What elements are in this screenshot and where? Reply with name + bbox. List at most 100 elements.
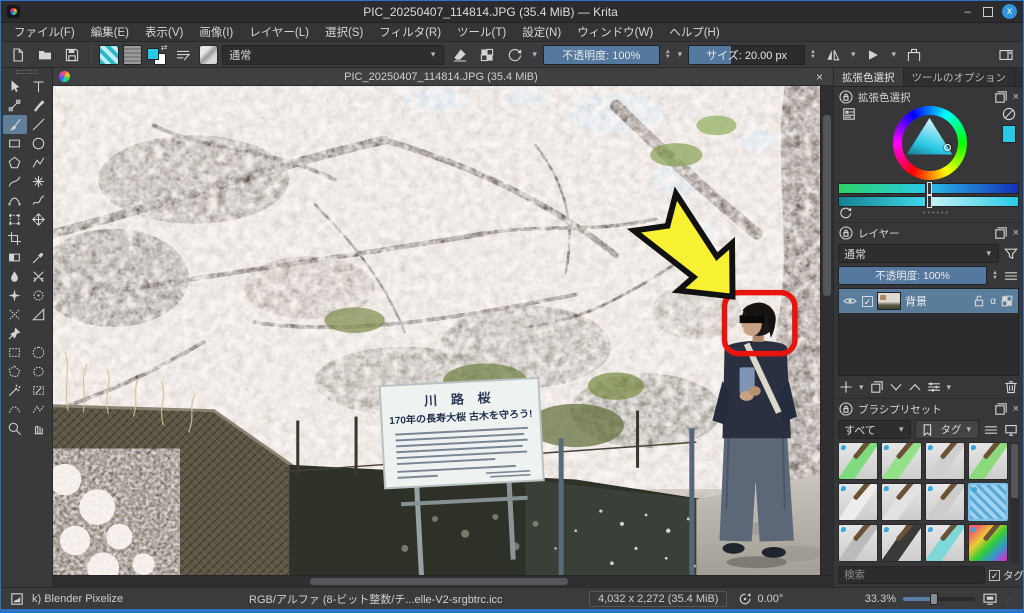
layer-alpha-badge[interactable]: α — [990, 296, 996, 307]
delete-layer-button[interactable] — [1003, 379, 1019, 395]
brush-preset[interactable] — [968, 524, 1008, 562]
shade-selector[interactable] — [838, 183, 1019, 207]
canvas-horizontal-scrollbar[interactable] — [53, 575, 833, 587]
enclose-fill-tool[interactable] — [27, 286, 51, 305]
brush-grid-scrollbar[interactable] — [1010, 442, 1019, 563]
zoom-slider-thumb[interactable] — [930, 593, 938, 605]
crop-tool[interactable] — [3, 229, 27, 248]
move-tool[interactable] — [27, 210, 51, 229]
brush-preset[interactable] — [838, 483, 878, 521]
layer-filter-icon[interactable] — [1003, 246, 1019, 262]
measure-tool[interactable] — [27, 305, 51, 324]
brush-preset[interactable] — [925, 524, 965, 562]
polyline-tool[interactable] — [27, 153, 51, 172]
add-layer-button[interactable] — [838, 379, 854, 395]
chevron-down-icon[interactable]: ▾ — [889, 49, 898, 60]
layer-alpha-lock-icon[interactable] — [999, 293, 1015, 309]
text-tool[interactable] — [27, 77, 51, 96]
canvas-rotation-icon[interactable] — [737, 591, 753, 607]
menu-item-5[interactable]: 選択(S) — [318, 23, 370, 41]
horizontal-scroll-thumb[interactable] — [310, 578, 567, 585]
reload-preset-button[interactable] — [503, 44, 526, 66]
fit-to-screen-icon[interactable] — [982, 591, 998, 607]
canvas-viewport[interactable]: 川 路 桜 170年の長寿大桜 古木を守ろう! — [53, 86, 820, 575]
menu-item-6[interactable]: フィルタ(R) — [372, 23, 448, 41]
calligraphy-tool[interactable] — [27, 96, 51, 115]
colorize-mask-tool[interactable] — [3, 286, 27, 305]
freehand-path-tool[interactable] — [27, 191, 51, 210]
transform-tool[interactable] — [3, 210, 27, 229]
layer-checkbox[interactable]: ✓ — [862, 296, 873, 307]
brush-preset[interactable] — [838, 442, 878, 480]
document-close-button[interactable]: × — [812, 70, 827, 84]
pattern-chooser-button[interactable] — [123, 45, 143, 65]
menu-item-8[interactable]: 設定(N) — [515, 23, 568, 41]
shade-handle[interactable] — [927, 195, 932, 208]
brush-filter-select[interactable]: すべて ▾ — [838, 420, 911, 439]
refresh-shades-icon[interactable] — [838, 205, 854, 221]
no-color-icon[interactable] — [1001, 106, 1017, 122]
menu-item-10[interactable]: ヘルプ(H) — [662, 23, 726, 41]
window-resize-grip[interactable]: ⋰ — [1005, 593, 1015, 604]
size-slider[interactable]: サイズ: 20.00 px — [688, 45, 805, 65]
chevron-down-icon[interactable]: ▾ — [676, 49, 685, 60]
chevron-down-icon[interactable]: ▾ — [857, 382, 866, 393]
float-docker-icon[interactable] — [993, 89, 1009, 105]
bezier-curve-tool[interactable] — [3, 191, 27, 210]
brush-preset-selected[interactable] — [968, 483, 1008, 521]
menu-item-9[interactable]: ウィンドウ(W) — [570, 23, 660, 41]
layer-options-icon[interactable] — [1003, 268, 1019, 284]
mirror-view-button[interactable] — [821, 44, 845, 66]
brush-preset[interactable] — [881, 442, 921, 480]
maximize-button[interactable] — [983, 7, 993, 17]
minimize-button[interactable]: – — [961, 6, 974, 18]
opacity-slider[interactable]: 不透明度: 100% — [543, 45, 660, 65]
canvas-vertical-scrollbar[interactable] — [820, 86, 833, 575]
docker-lock-icon[interactable] — [838, 225, 854, 241]
layer-opacity-spinner[interactable]: ▲▼ — [991, 271, 999, 281]
tag-button[interactable]: タグ ▾ — [915, 420, 979, 439]
playback-button[interactable] — [861, 44, 885, 66]
close-docker-icon[interactable]: × — [1013, 228, 1019, 239]
similar-select-tool[interactable] — [27, 381, 51, 400]
statusbar-colorspace[interactable]: RGB/アルファ (8-ビット整数/チ...elle-V2-srgbtrc.ic… — [249, 591, 579, 607]
magnetic-select-tool[interactable] — [27, 400, 51, 419]
save-button[interactable] — [61, 44, 84, 66]
ellipse-tool[interactable] — [27, 134, 51, 153]
fg-bg-color-button[interactable]: ⇄ — [146, 44, 167, 66]
color-settings-icon[interactable] — [841, 106, 857, 122]
float-docker-icon[interactable] — [993, 225, 1009, 241]
layer-properties-button[interactable] — [926, 379, 942, 395]
brush-search-input[interactable] — [838, 566, 985, 584]
zoom-slider[interactable] — [903, 597, 975, 601]
brush-preset[interactable] — [968, 442, 1008, 480]
freehand-select-tool[interactable] — [27, 362, 51, 381]
layer-lock-icon[interactable] — [971, 293, 987, 309]
rectangular-select-tool[interactable] — [3, 343, 27, 362]
layer-blend-mode-select[interactable]: 通常 ▾ — [838, 244, 999, 263]
polygon-tool[interactable] — [3, 153, 27, 172]
statusbar-brush-icon[interactable] — [9, 591, 25, 607]
fill-tool[interactable] — [3, 267, 27, 286]
freehand-brush-tool[interactable] — [3, 115, 27, 134]
tab-tool-options[interactable]: ツールのオプション — [904, 68, 1016, 86]
brush-preset[interactable] — [881, 524, 921, 562]
brush-preset[interactable] — [838, 524, 878, 562]
brush-preset-chooser-button[interactable] — [199, 45, 219, 65]
contiguous-select-tool[interactable] — [3, 381, 27, 400]
dynamic-brush-tool[interactable] — [3, 172, 27, 191]
statusbar-dimensions[interactable]: 4,032 x 2,272 (35.4 MiB) — [589, 591, 727, 607]
menu-item-1[interactable]: 編集(E) — [84, 23, 136, 41]
docker-lock-icon[interactable] — [838, 401, 854, 417]
color-wheel[interactable] — [893, 106, 967, 180]
preserve-alpha-button[interactable] — [476, 44, 499, 66]
smart-patch-tool[interactable] — [27, 267, 51, 286]
new-document-button[interactable] — [6, 44, 29, 66]
vertical-scroll-thumb[interactable] — [823, 115, 831, 296]
canvas-photo[interactable]: 川 路 桜 170年の長寿大桜 古木を守ろう! — [53, 86, 820, 575]
chevron-down-icon[interactable]: ▾ — [945, 382, 954, 393]
brush-preset[interactable] — [925, 483, 965, 521]
menu-item-4[interactable]: レイヤー(L) — [242, 23, 316, 41]
reference-images-tool[interactable] — [3, 305, 27, 324]
docker-lock-icon[interactable] — [838, 89, 854, 105]
